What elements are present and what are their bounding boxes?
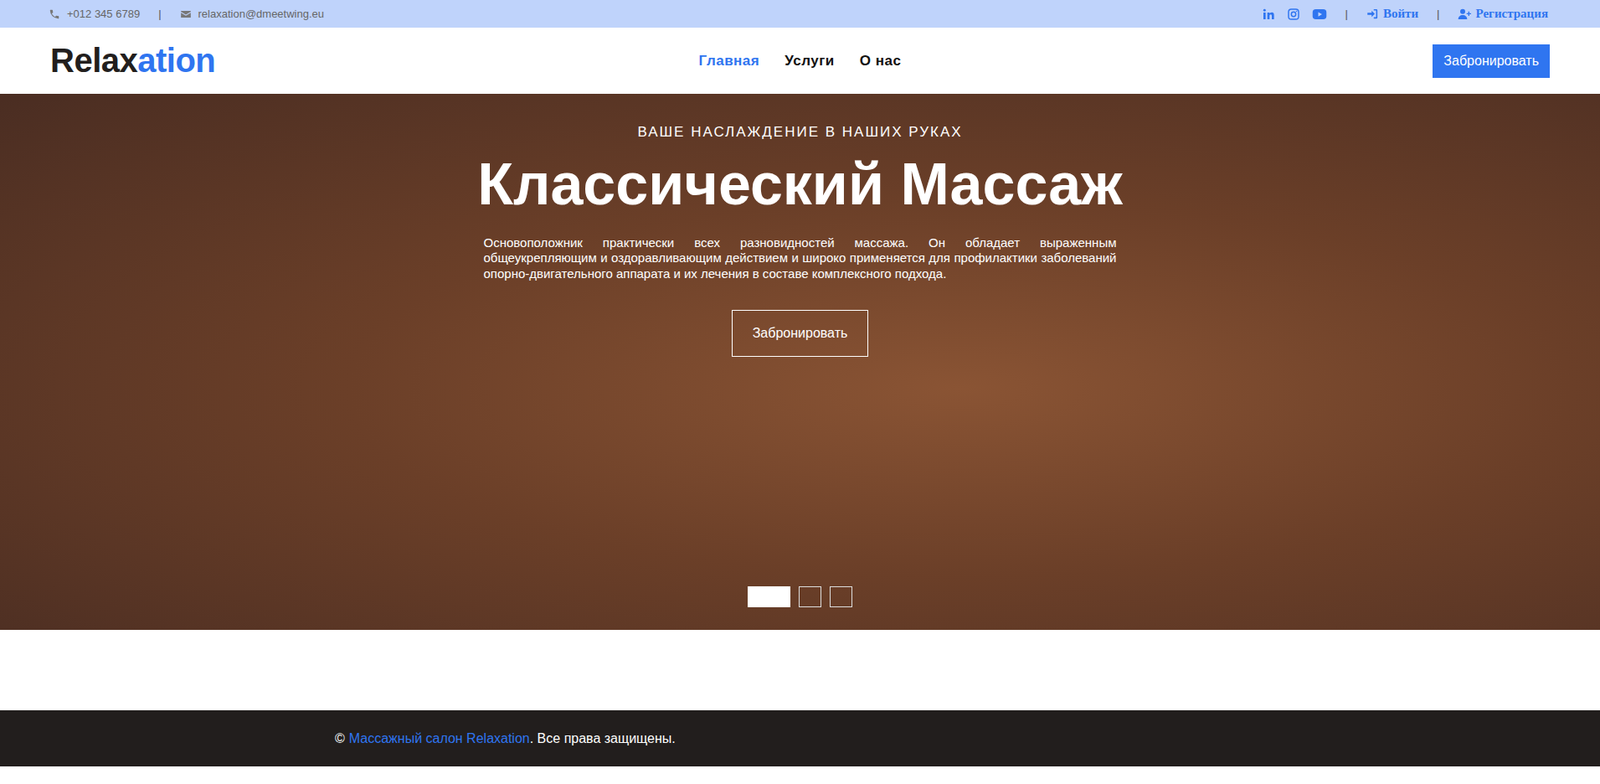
- hero-slider: ВАШЕ НАСЛАЖДЕНИЕ В НАШИХ РУКАХ Классическ…: [0, 93, 1600, 630]
- logo-part: ation: [137, 41, 216, 79]
- separator: |: [1345, 7, 1348, 21]
- logo[interactable]: Relaxation: [50, 41, 302, 80]
- social-links: [1261, 6, 1328, 22]
- hero-book-button[interactable]: Забронировать: [731, 309, 870, 357]
- phone-icon: [48, 8, 61, 21]
- email-address: relaxation@dmeetwing.eu: [198, 7, 325, 21]
- separator: |: [158, 7, 161, 21]
- top-links: | Войти | Регистрация: [1261, 6, 1549, 22]
- register-link[interactable]: Регистрация: [1457, 6, 1549, 21]
- hero-subtitle: ВАШЕ НАСЛАЖДЕНИЕ В НАШИХ РУКАХ: [637, 123, 963, 141]
- header-actions: Забронировать: [1298, 44, 1550, 78]
- slider-dot[interactable]: [798, 586, 822, 608]
- book-button[interactable]: Забронировать: [1432, 44, 1550, 78]
- login-label: Войти: [1383, 6, 1419, 21]
- separator: |: [1436, 7, 1440, 21]
- logo-part: Relax: [50, 41, 138, 79]
- hero-title: Классический Массаж: [477, 152, 1123, 217]
- register-label: Регистрация: [1475, 6, 1549, 21]
- footer: ©Массажный салон Relaxation. Все права з…: [0, 709, 1600, 767]
- user-plus-icon: [1457, 7, 1472, 21]
- nav-item[interactable]: О нас: [859, 52, 902, 70]
- copyright-sign: ©: [334, 730, 345, 746]
- linkedin-icon[interactable]: [1261, 7, 1276, 21]
- youtube-icon[interactable]: [1311, 6, 1328, 22]
- slider-dot[interactable]: [829, 586, 853, 608]
- login-link[interactable]: Войти: [1366, 6, 1419, 21]
- content-area: [0, 629, 1600, 710]
- hero-text: Основоположник практически всех разновид…: [483, 235, 1117, 282]
- instagram-icon[interactable]: [1286, 7, 1301, 21]
- top-bar: +012 345 6789 | relaxation@dmeetwing.eu | Во…: [0, 0, 1600, 28]
- phone[interactable]: +012 345 6789: [48, 7, 140, 21]
- envelope-icon: [180, 8, 192, 21]
- main-nav: Главная Услуги О нас: [699, 52, 902, 70]
- contact-info: +012 345 6789 | relaxation@dmeetwing.eu: [48, 7, 325, 21]
- footer-link[interactable]: Массажный салон Relaxation: [349, 730, 530, 746]
- nav-item[interactable]: Услуги: [784, 52, 835, 70]
- nav-item[interactable]: Главная: [699, 52, 761, 70]
- header: Relaxation Главная Услуги О нас Забронироват…: [0, 27, 1600, 94]
- sign-in-icon: [1366, 7, 1379, 21]
- copyright-text: . Все права защищены.: [529, 730, 676, 746]
- slider-dot[interactable]: [747, 586, 791, 608]
- slider-dots: [747, 586, 853, 608]
- phone-number: +012 345 6789: [66, 7, 140, 21]
- email[interactable]: relaxation@dmeetwing.eu: [180, 7, 325, 21]
